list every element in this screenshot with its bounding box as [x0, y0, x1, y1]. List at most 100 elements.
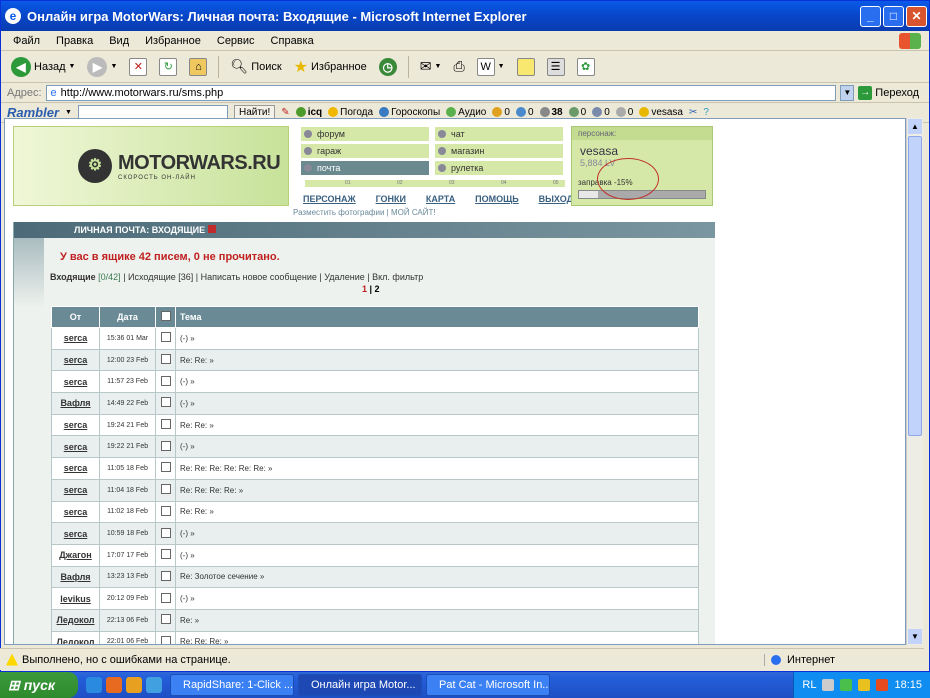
row-checkbox[interactable] — [155, 500, 176, 524]
highlight-icon[interactable]: ✎ — [281, 107, 289, 118]
row-subject[interactable]: Re: Re: » — [175, 500, 699, 524]
row-from[interactable]: Вафля — [51, 392, 100, 415]
row-subject[interactable]: (-) » — [175, 543, 699, 567]
clock[interactable]: 18:15 — [894, 679, 922, 691]
counter-3[interactable]: 38 — [539, 107, 563, 118]
row-checkbox[interactable] — [155, 413, 176, 437]
print-button[interactable]: ⎙ — [449, 54, 468, 80]
row-from[interactable]: serca — [51, 370, 100, 394]
table-row[interactable]: serca 19:22 21 Feb (-) » — [51, 435, 699, 459]
status-message[interactable]: Выполнено, но с ошибками на странице. — [0, 653, 764, 666]
search-launch-icon[interactable] — [146, 677, 162, 693]
row-subject[interactable]: (-) » — [175, 327, 699, 350]
scroll-up-icon[interactable]: ▲ — [908, 119, 922, 134]
row-from[interactable]: Джагон — [51, 543, 100, 567]
site-logo[interactable]: ⚙ MOTORWARS.RU СКОРОСТЬ ОН-ЛАЙН — [78, 149, 281, 183]
row-from[interactable]: Вафля — [51, 565, 100, 589]
row-subject[interactable]: Re: Re: Re: » — [175, 630, 699, 644]
link-exit[interactable]: ВЫХОД — [539, 194, 573, 204]
close-button[interactable]: ✕ — [906, 5, 927, 27]
row-subject[interactable]: (-) » — [175, 392, 699, 415]
tray-icon[interactable] — [840, 679, 853, 691]
row-from[interactable]: levikus — [51, 587, 100, 610]
counter-6[interactable]: 0 — [615, 107, 633, 118]
scroll-thumb[interactable] — [908, 136, 922, 436]
mail-button[interactable]: ✉ ▼ — [416, 54, 446, 80]
row-checkbox[interactable] — [155, 370, 176, 394]
counter-5[interactable]: 0 — [592, 107, 610, 118]
scroll-down-icon[interactable]: ▼ — [908, 629, 922, 644]
menu-file[interactable]: Файл — [5, 35, 48, 47]
link-character[interactable]: ПЕРСОНАЖ — [303, 194, 356, 204]
research-button[interactable]: ☰ — [543, 54, 569, 80]
stop-button[interactable]: ✕ — [125, 54, 151, 80]
rambler-user[interactable]: vesasa — [639, 107, 683, 118]
row-subject[interactable]: (-) » — [175, 370, 699, 394]
table-row[interactable]: serca 11:57 23 Feb (-) » — [51, 370, 699, 394]
row-subject[interactable]: Re: » — [175, 608, 699, 632]
table-row[interactable]: Джагон 17:07 17 Feb (-) » — [51, 543, 699, 567]
row-from[interactable]: serca — [51, 500, 100, 524]
page-1[interactable]: 1 — [362, 284, 367, 294]
task-rapidshare[interactable]: RapidShare: 1-Click ... — [170, 674, 294, 696]
row-from[interactable]: serca — [51, 478, 100, 502]
counter-4[interactable]: 0 — [568, 107, 586, 118]
counter-1[interactable]: 0 — [492, 107, 510, 118]
row-from[interactable]: serca — [51, 327, 100, 350]
row-checkbox[interactable] — [155, 392, 176, 415]
table-row[interactable]: serca 11:04 18 Feb Re: Re: Re: Re: » — [51, 478, 699, 502]
tray-icon[interactable] — [876, 679, 889, 691]
table-row[interactable]: serca 11:05 18 Feb Re: Re: Re: Re: Re: R… — [51, 457, 699, 480]
task-patcat[interactable]: Pat Cat - Microsoft In... — [426, 674, 550, 696]
table-row[interactable]: serca 19:24 21 Feb Re: Re: » — [51, 413, 699, 437]
app-launch-icon[interactable] — [126, 677, 142, 693]
menu-tools[interactable]: Сервис — [209, 35, 263, 47]
menu-edit[interactable]: Правка — [48, 35, 101, 47]
favorites-button[interactable]: ★ Избранное — [290, 54, 371, 80]
maximize-button[interactable]: □ — [883, 5, 904, 27]
row-subject[interactable]: Re: Re: » — [175, 413, 699, 437]
table-row[interactable]: serca 12:00 23 Feb Re: Re: » — [51, 348, 699, 372]
row-from[interactable]: serca — [51, 413, 100, 437]
row-subject[interactable]: (-) » — [175, 522, 699, 545]
row-checkbox[interactable] — [155, 543, 176, 567]
nav-roulette[interactable]: рулетка — [435, 161, 563, 175]
link-map[interactable]: КАРТА — [426, 194, 455, 204]
nav-forum[interactable]: форум — [301, 127, 429, 141]
counter-2[interactable]: 0 — [515, 107, 534, 118]
row-checkbox[interactable] — [155, 565, 176, 589]
search-button[interactable]: 🔍︎ Поиск — [226, 54, 285, 80]
compose-link[interactable]: Написать новое сообщение — [201, 272, 317, 282]
horoscope-button[interactable]: Гороскопы — [379, 107, 440, 118]
select-all-checkbox[interactable] — [155, 306, 176, 328]
filter-link[interactable]: Вкл. фильтр — [372, 272, 423, 282]
ie-launch-icon[interactable] — [86, 677, 102, 693]
help-icon[interactable]: ? — [703, 107, 709, 118]
inbox-link[interactable]: Входящие — [50, 272, 96, 282]
settings-icon[interactable]: ✂ — [689, 107, 697, 118]
row-subject[interactable]: Re: Re: Re: Re: » — [175, 478, 699, 502]
row-from[interactable]: serca — [51, 348, 100, 372]
row-checkbox[interactable] — [155, 327, 176, 350]
table-row[interactable]: levikus 20:12 09 Feb (-) » — [51, 587, 699, 610]
tray-icon[interactable] — [858, 679, 871, 691]
row-from[interactable]: serca — [51, 522, 100, 545]
row-checkbox[interactable] — [155, 435, 176, 459]
row-checkbox[interactable] — [155, 587, 176, 610]
link-races[interactable]: ГОНКИ — [376, 194, 406, 204]
row-from[interactable]: Ледокол — [51, 608, 100, 632]
table-row[interactable]: Вафля 14:49 22 Feb (-) » — [51, 392, 699, 415]
minimize-button[interactable]: _ — [860, 5, 881, 27]
row-checkbox[interactable] — [155, 348, 176, 372]
address-input[interactable]: e http://www.motorwars.ru/sms.php — [45, 84, 837, 101]
tray-icon[interactable] — [822, 679, 835, 691]
row-checkbox[interactable] — [155, 630, 176, 644]
nav-shop[interactable]: магазин — [435, 144, 563, 158]
mail-launch-icon[interactable] — [106, 677, 122, 693]
notes-button[interactable] — [513, 54, 539, 80]
table-row[interactable]: serca 11:02 18 Feb Re: Re: » — [51, 500, 699, 524]
outbox-link[interactable]: Исходящие [36] — [128, 272, 193, 282]
nav-chat[interactable]: чат — [435, 127, 563, 141]
row-from[interactable]: Ледокол — [51, 630, 100, 644]
row-subject[interactable]: (-) » — [175, 587, 699, 610]
